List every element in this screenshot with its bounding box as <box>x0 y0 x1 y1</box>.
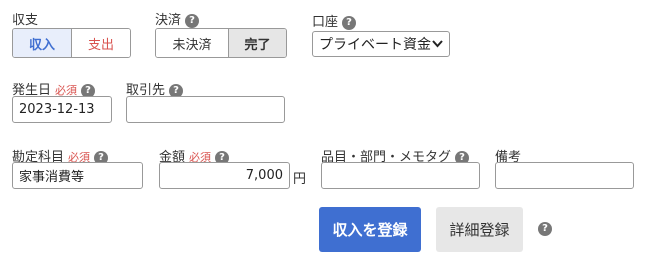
account-select-value: プライベート資金 <box>319 37 431 53</box>
amount-input-value: 7,000 <box>245 168 283 183</box>
item-input[interactable] <box>321 162 480 189</box>
chevron-down-icon <box>432 40 443 48</box>
currency-unit: 円 <box>293 172 307 187</box>
register-income-button[interactable]: 収入を登録 <box>319 207 421 252</box>
settlement-toggle: 未決済 完了 <box>155 28 287 58</box>
partner-input[interactable] <box>126 96 285 123</box>
amount-input[interactable]: 7,000 <box>159 162 290 189</box>
unsettled-option[interactable]: 未決済 <box>156 29 229 57</box>
notes-input[interactable] <box>495 162 634 189</box>
category-input-value: 家事消費等 <box>19 170 85 185</box>
help-icon[interactable]: ? <box>342 16 357 30</box>
date-input[interactable]: 2023-12-13 <box>12 96 112 123</box>
account-select[interactable]: プライベート資金 <box>312 31 450 57</box>
income-expense-toggle: 収入 支出 <box>12 28 131 58</box>
category-input[interactable]: 家事消費等 <box>12 162 143 189</box>
date-input-value: 2023-12-13 <box>19 102 95 117</box>
income-option[interactable]: 収入 <box>13 29 72 57</box>
settled-option[interactable]: 完了 <box>229 29 286 57</box>
expense-option[interactable]: 支出 <box>72 29 130 57</box>
help-icon[interactable]: ? <box>538 222 552 236</box>
income-expense-label: 収支 <box>12 13 39 28</box>
account-label: 口座? <box>312 11 357 30</box>
settlement-label: 決済? <box>155 9 200 28</box>
help-icon[interactable]: ? <box>185 14 200 28</box>
detail-register-button[interactable]: 詳細登録 <box>436 207 523 252</box>
